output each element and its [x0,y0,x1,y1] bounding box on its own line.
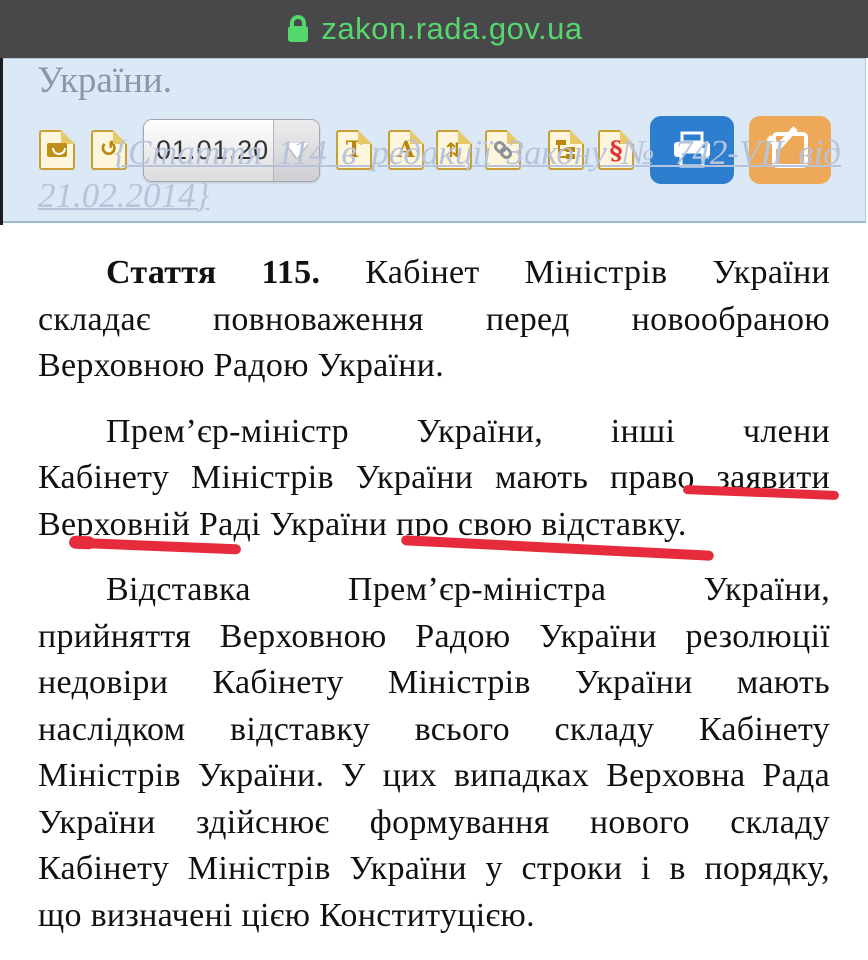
font-icon: A [397,139,414,161]
paragraph-3-line-2: прийняття Верховною Радою України резолю… [38,614,830,661]
scrolled-content-text: України. [37,59,172,102]
doc-card-button[interactable] [39,130,75,170]
lock-icon [285,14,311,44]
revision-date-picker[interactable]: 01.01.20 [143,119,320,182]
paragraph-1-line-3: Верховною Радою України. [38,343,830,390]
sort-arrows-icon: ⇅ [446,140,463,160]
checkbox-check-icon [772,132,808,168]
chevron-down-icon [286,143,308,158]
browser-address-bar[interactable]: zakon.rada.gov.ua [0,0,868,58]
doc-text-version-button[interactable]: T [336,130,372,170]
left-edge-strip [0,58,3,225]
paragraph-3: Відставка Прем’єр-міністра України, прий… [38,567,830,939]
date-value[interactable]: 01.01.20 [144,120,273,181]
structure-tree-icon [555,138,577,162]
doc-structure-button[interactable] [548,130,584,170]
paragraph-1-line-1: Стаття 115. Кабінет Міністрів України [38,250,830,297]
text-version-icon: T [346,139,362,161]
printer-icon [671,131,713,169]
doc-font-button[interactable]: A [388,130,424,170]
paragraph-3-line-4: наслідком відставку всього складу Кабіне… [38,707,830,754]
article-body: Стаття 115. Кабінет Міністрів України ск… [38,250,830,958]
link-icon [492,139,514,161]
doc-history-button[interactable]: ↺ [91,130,127,170]
date-dropdown[interactable] [273,120,319,181]
paragraph-3-line-8: що визначені цією Конституцією. [38,893,830,940]
confirm-button[interactable] [749,116,831,184]
paragraph-3-line-7: Кабінету Міністрів України у строки і в … [38,846,830,893]
browser-screenshot: zakon.rada.gov.ua України. {Стаття 114 в… [0,0,868,960]
paragraph-3-line-6: України здійснює формування нового склад… [38,800,830,847]
url-text: zakon.rada.gov.ua [321,11,582,47]
card-icon [47,143,67,157]
paragraph-sign-icon: § [609,138,622,163]
toolbar-panel: України. {Стаття 114 в редакції Закону №… [0,58,866,223]
paragraph-2-line-1: Прем’єр-міністр України, інші члени [38,409,830,456]
paragraph-3-line-5: Міністрів України. У цих випадках Верхов… [38,753,830,800]
history-icon: ↺ [100,139,118,161]
doc-link-button[interactable] [485,130,521,170]
print-button[interactable] [650,116,734,184]
paragraph-1-line-2: складає повноваження перед новообраною [38,297,830,344]
paragraph-3-line-3: недовіри Кабінету Міністрів України мают… [38,660,830,707]
doc-sort-button[interactable]: ⇅ [436,130,472,170]
document-toolbar: ↺ 01.01.20 T A ⇅ [39,116,831,184]
doc-paragraph-button[interactable]: § [598,130,634,170]
paragraph-2: Прем’єр-міністр України, інші члени Кабі… [38,409,830,549]
paragraph-3-line-1: Відставка Прем’єр-міністра України, [38,567,830,614]
paragraph-1: Стаття 115. Кабінет Міністрів України ск… [38,250,830,390]
article-number: Стаття 115. [106,254,320,291]
paragraph-1-line-1-rest: Кабінет Міністрів України [365,254,830,291]
